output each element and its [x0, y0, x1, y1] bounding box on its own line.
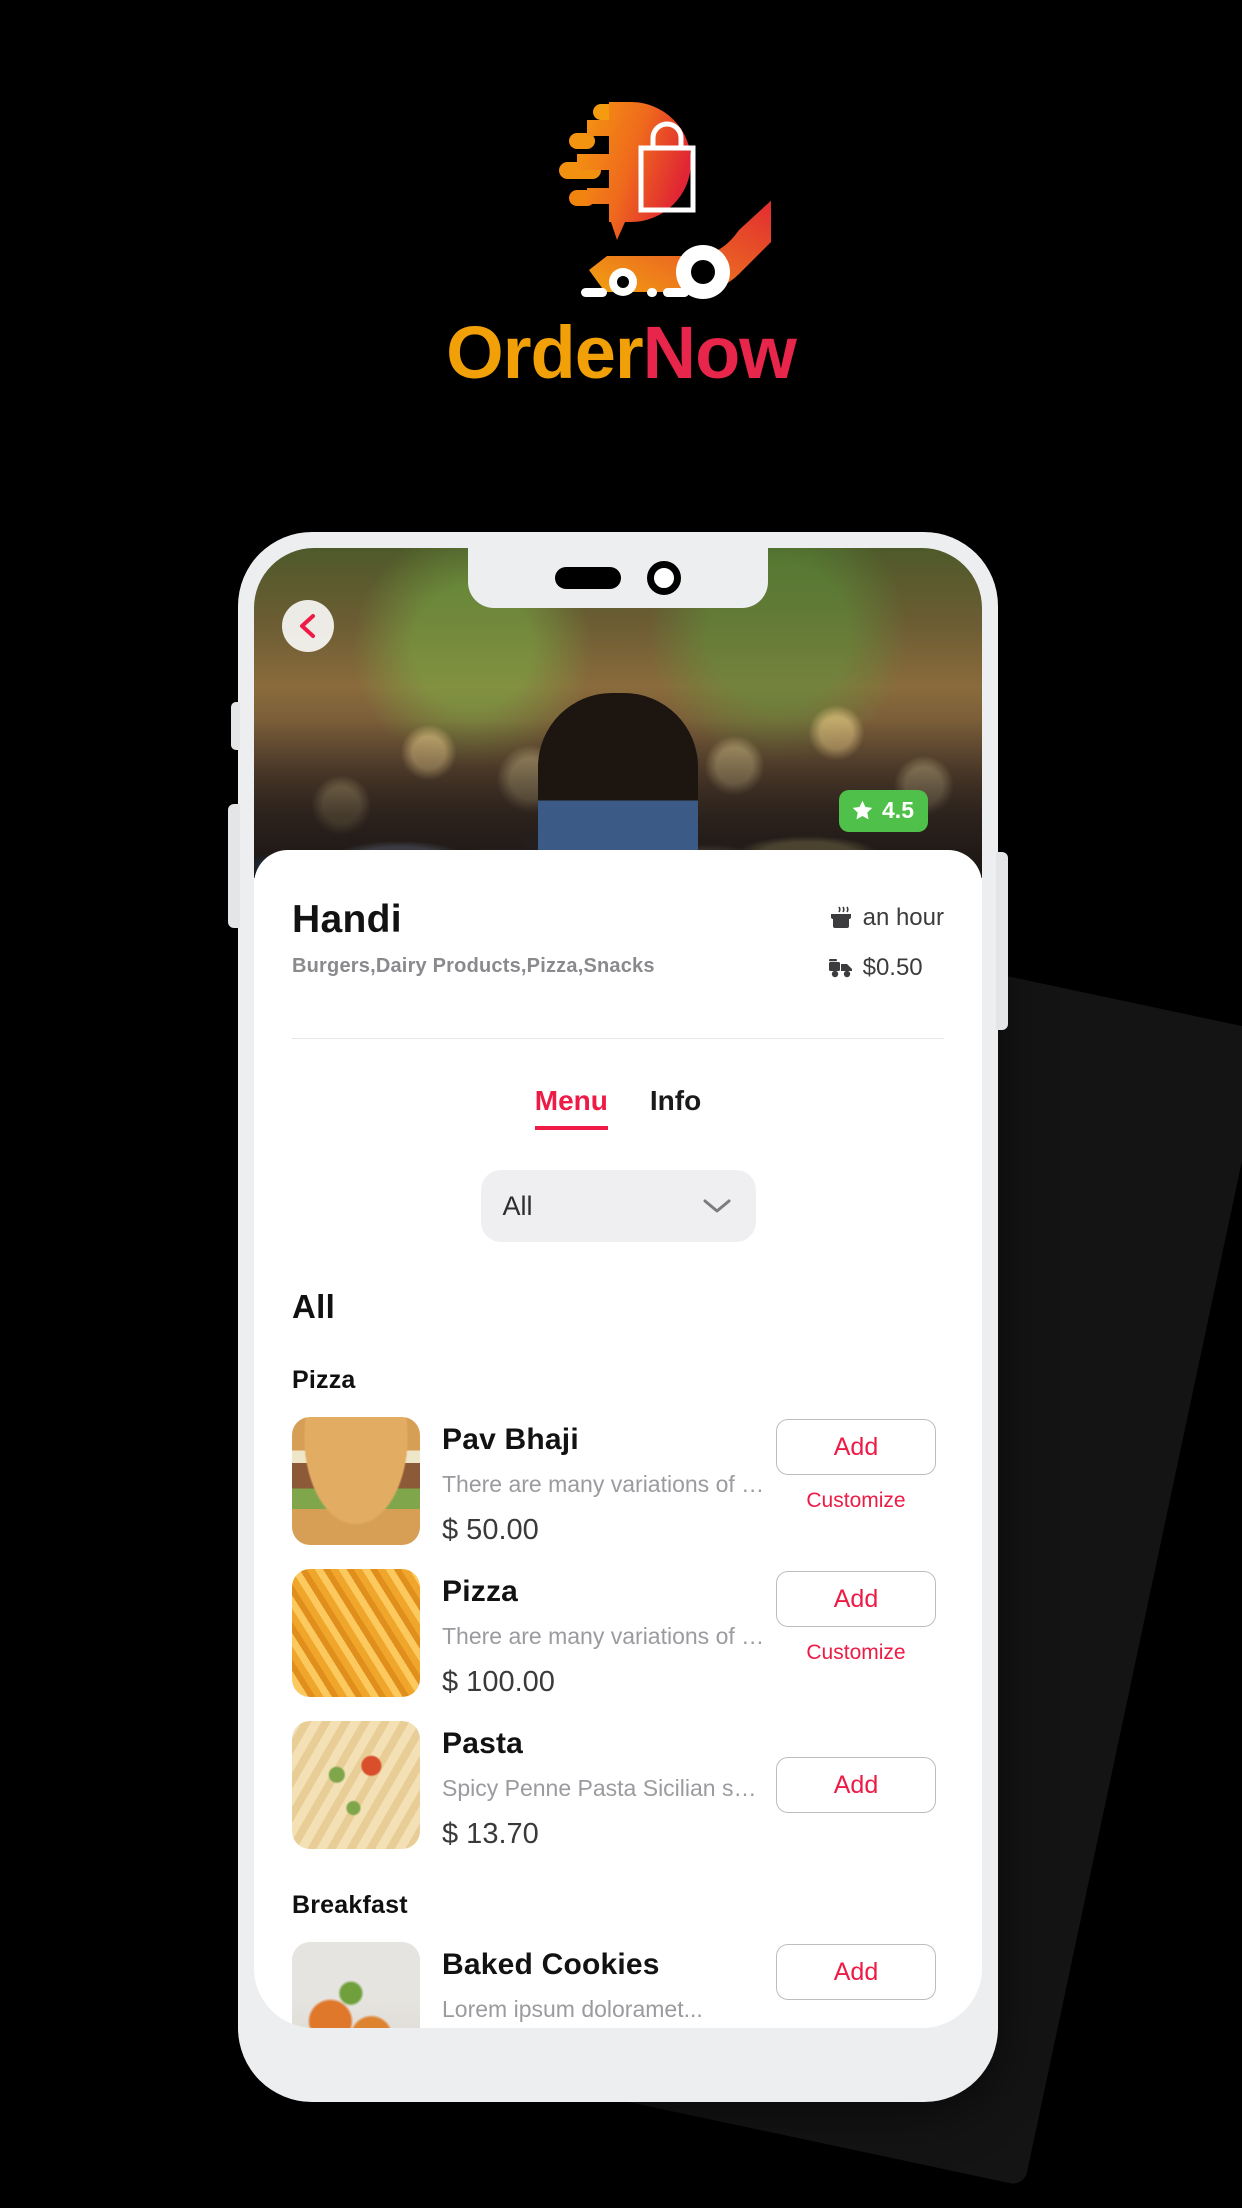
menu-item-description: There are many variations of p...	[442, 1623, 768, 1649]
customize-link[interactable]: Customize	[806, 1641, 905, 1665]
phone-mockup: 4.5 Handi Burgers,Dairy Products,Pizza,S…	[228, 532, 1008, 2102]
menu-item-thumbnail	[292, 1417, 420, 1545]
menu-item-name: Pizza	[442, 1575, 519, 1608]
menu-item-name: Pav Bhaji	[442, 1423, 579, 1456]
restaurant-detail-sheet: Handi Burgers,Dairy Products,Pizza,Snack…	[254, 850, 982, 2028]
ordernow-logo-icon	[559, 102, 771, 299]
category-select-wrap: All	[292, 1170, 944, 1242]
menu-item-price: $ 100.00	[442, 1666, 555, 1698]
restaurant-identity: Handi Burgers,Dairy Products,Pizza,Snack…	[292, 898, 655, 978]
front-camera-icon	[647, 561, 681, 595]
customize-link[interactable]: Customize	[806, 1489, 905, 1513]
menu-item-description: Lorem ipsum doloramet...	[442, 1996, 703, 2022]
category-title: Pizza	[292, 1366, 356, 1394]
cooking-pot-icon	[830, 906, 851, 928]
phone-silent-switch[interactable]	[231, 702, 240, 750]
star-icon	[852, 800, 873, 820]
delivery-fee-row: $0.50	[828, 954, 944, 982]
menu-item-thumbnail	[292, 1942, 420, 2028]
tab-info[interactable]: Info	[650, 1085, 701, 1130]
brand-word-now: Now	[642, 311, 797, 394]
earpiece-speaker-icon	[555, 567, 621, 589]
phone-power-button[interactable]	[996, 852, 1008, 1030]
menu-item-actions: Add Customize	[768, 1569, 944, 1665]
menu-item-row[interactable]: Pizza There are many variations of p... …	[292, 1569, 944, 1699]
menu-item-row[interactable]: Pav Bhaji There are many variations of p…	[292, 1417, 944, 1547]
menu-item-body: Pizza There are many variations of p... …	[420, 1569, 768, 1699]
prep-time-text: an hour	[862, 904, 944, 931]
prep-time-row: an hour	[828, 904, 944, 932]
brand-wordmark: OrderNow	[446, 316, 797, 390]
category-title: Breakfast	[292, 1891, 408, 1919]
menu-item-body: Pasta Spicy Penne Pasta Sicilian spic...…	[420, 1721, 768, 1851]
header-divider	[292, 1038, 944, 1039]
add-button[interactable]: Add	[776, 1571, 936, 1627]
menu-item-name: Pasta	[442, 1727, 524, 1760]
category-breakfast: Breakfast Baked Cookies Lorem ipsum dolo…	[292, 1891, 944, 2028]
restaurant-tags: Burgers,Dairy Products,Pizza,Snacks	[292, 955, 655, 977]
section-title-all: All	[292, 1288, 336, 1325]
restaurant-header: Handi Burgers,Dairy Products,Pizza,Snack…	[292, 898, 944, 982]
delivery-icon	[828, 959, 852, 978]
add-button[interactable]: Add	[776, 1757, 936, 1813]
tab-menu[interactable]: Menu	[534, 1085, 608, 1130]
category-pizza: Pizza Pav Bhaji There are many variation…	[292, 1366, 944, 1851]
back-button[interactable]	[282, 600, 334, 652]
brand-word-order: Order	[446, 311, 644, 394]
menu-item-description: Spicy Penne Pasta Sicilian spic...	[442, 1775, 768, 1801]
phone-volume-button[interactable]	[228, 804, 240, 928]
rating-badge: 4.5	[839, 790, 928, 832]
menu-item-body: Pav Bhaji There are many variations of p…	[420, 1417, 768, 1547]
rating-value: 4.5	[882, 797, 914, 823]
category-select[interactable]: All	[480, 1170, 756, 1242]
category-select-value: All	[502, 1190, 533, 1221]
restaurant-name: Handi	[292, 898, 402, 941]
menu-item-thumbnail	[292, 1569, 420, 1697]
phone-notch	[468, 548, 768, 608]
menu-item-thumbnail	[292, 1721, 420, 1849]
menu-item-body: Baked Cookies Lorem ipsum doloramet...	[420, 1942, 768, 2023]
menu-item-row[interactable]: Baked Cookies Lorem ipsum doloramet... A…	[292, 1942, 944, 2028]
add-button[interactable]: Add	[776, 1419, 936, 1475]
menu-item-row[interactable]: Pasta Spicy Penne Pasta Sicilian spic...…	[292, 1721, 944, 1851]
menu-item-price: $ 50.00	[442, 1514, 539, 1546]
menu-item-price: $ 13.70	[442, 1818, 539, 1850]
add-button[interactable]: Add	[776, 1944, 936, 2000]
menu-item-actions: Add	[768, 1721, 944, 1813]
menu-item-actions: Add	[768, 1942, 944, 2000]
phone-screen: 4.5 Handi Burgers,Dairy Products,Pizza,S…	[254, 548, 982, 2028]
menu-item-name: Baked Cookies	[442, 1948, 660, 1981]
menu-item-actions: Add Customize	[768, 1417, 944, 1513]
chevron-left-icon	[300, 614, 315, 638]
restaurant-meta: an hour $0.50	[828, 898, 944, 982]
brand-block: OrderNow	[0, 60, 1242, 390]
menu-item-description: There are many variations of p...	[442, 1471, 768, 1497]
chevron-down-icon	[703, 1199, 730, 1213]
delivery-fee-text: $0.50	[862, 954, 923, 981]
detail-tabs: Menu Info	[292, 1085, 944, 1130]
